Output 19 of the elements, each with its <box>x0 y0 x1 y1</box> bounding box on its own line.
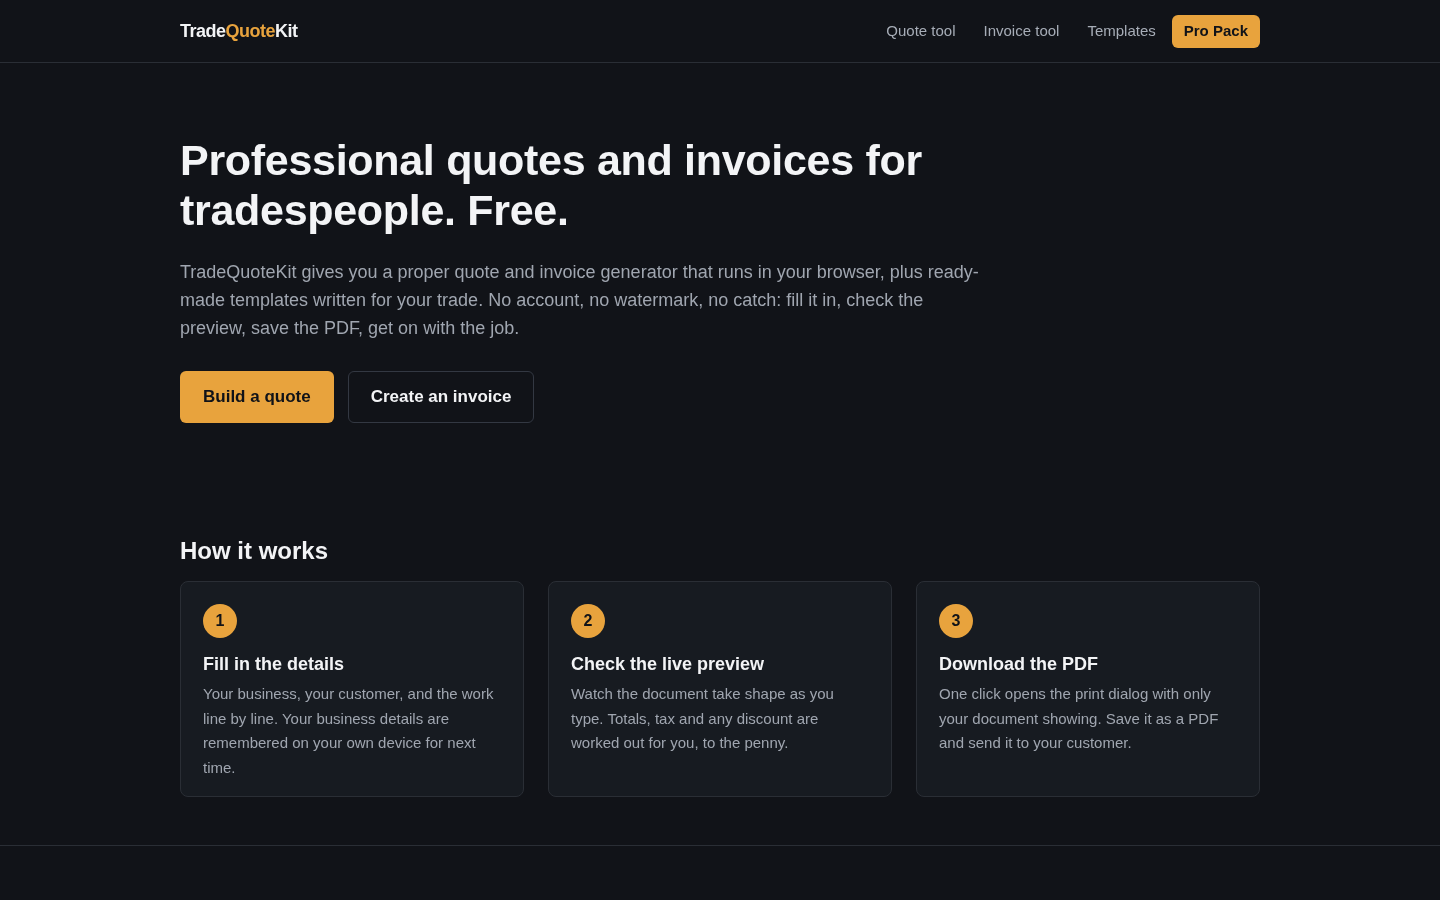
step-number: 1 <box>203 604 237 638</box>
step-title: Download the PDF <box>939 653 1099 676</box>
step-title: Fill in the details <box>203 653 346 676</box>
step-description: Your business, your customer, and the work line by line. Your business details are remembered on your own device for next time. <box>203 684 495 778</box>
step-description: Watch the document take shape as you type. Totals, tax and any discount are worked out for you, to the penny. <box>571 684 835 753</box>
step-number: 3 <box>939 604 973 638</box>
section-title: How it works <box>180 536 330 566</box>
step-title: Check the live preview <box>571 653 766 676</box>
pro-pack-button[interactable]: Pro Pack <box>1171 14 1260 48</box>
create-invoice-button[interactable]: Create an invoice <box>347 371 535 423</box>
step-description: One click opens the print dialog with only your document showing. Save it as a PDF and send it to your customer. <box>939 684 1220 753</box>
step-number: 2 <box>571 604 605 638</box>
logo[interactable]: TradeQuoteKit <box>180 17 298 45</box>
hero-description: TradeQuoteKit gives you a proper quote and invoice generator that runs in your browser, plus ready-made templates written for your trade. No account, no watermark, no catch: fill it in, check the preview, save the PDF, get on with the job. <box>180 261 980 340</box>
nav-link[interactable]: Templates <box>1087 19 1156 43</box>
nav-link[interactable]: Quote tool <box>886 19 956 43</box>
nav-link[interactable]: Invoice tool <box>983 19 1060 43</box>
hero-title: Professional quotes and invoices for tradespeople. Free. <box>180 135 923 235</box>
build-quote-button[interactable]: Build a quote <box>180 371 334 423</box>
